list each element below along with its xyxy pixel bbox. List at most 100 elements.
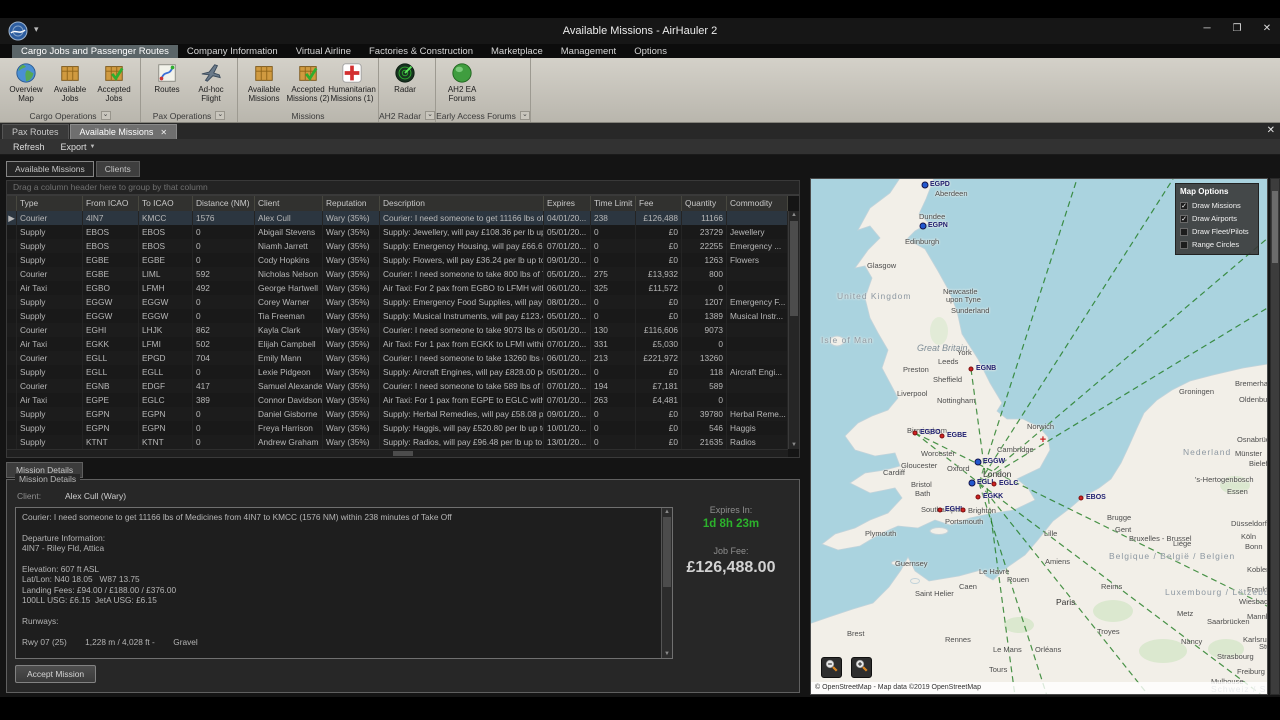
pane-vertical-scrollbar[interactable] xyxy=(1270,178,1280,695)
zoom-in-button[interactable] xyxy=(851,657,872,678)
cell-from-icao: EGHI xyxy=(83,323,139,337)
scrollbar-thumb[interactable] xyxy=(790,221,798,316)
table-row[interactable]: SupplyEBOSEBOS0Abigail StevensWary (35%)… xyxy=(7,225,788,239)
scroll-up-icon[interactable]: ▲ xyxy=(789,212,799,218)
chevron-down-icon[interactable]: ⌄ xyxy=(101,111,111,120)
table-row[interactable]: SupplyEGBEEGBE0Cody HopkinsWary (35%)Sup… xyxy=(7,253,788,267)
table-row[interactable]: CourierEGLLEPGD704Emily MannWary (35%)Co… xyxy=(7,351,788,365)
table-row[interactable]: SupplyEGGWEGGW0Corey WarnerWary (35%)Sup… xyxy=(7,295,788,309)
chevron-down-icon[interactable]: ⌄ xyxy=(520,111,530,120)
menu-tab-cargo-jobs-and-passenger-routes[interactable]: Cargo Jobs and Passenger Routes xyxy=(12,45,178,58)
ribbon-button-routes[interactable]: Routes xyxy=(145,61,189,96)
table-row[interactable]: SupplyEGLLEGLL0Lexie PidgeonWary (35%)Su… xyxy=(7,365,788,379)
map-option-range-circles[interactable]: Range Circles xyxy=(1180,238,1254,251)
column-header-description[interactable]: Description xyxy=(380,196,544,211)
airport-marker-egbe[interactable] xyxy=(940,434,945,439)
column-header-reputation[interactable]: Reputation xyxy=(323,196,380,211)
table-row[interactable]: SupplyEGPNEGPN0Freya HarrisonWary (35%)S… xyxy=(7,421,788,435)
airport-marker-egpd[interactable] xyxy=(922,182,929,189)
refresh-button[interactable]: Refresh xyxy=(5,142,53,152)
column-header-distance-nm[interactable]: Distance (NM) xyxy=(193,196,255,211)
table-vertical-scrollbar[interactable]: ▲ ▼ xyxy=(788,211,799,449)
scroll-down-icon[interactable]: ▼ xyxy=(662,651,672,657)
checkbox-draw-missions[interactable]: ✓ xyxy=(1180,202,1188,210)
column-header-type[interactable]: Type xyxy=(17,196,83,211)
column-header-client[interactable]: Client xyxy=(255,196,323,211)
table-row[interactable]: CourierEGBELIML592Nicholas NelsonWary (3… xyxy=(7,267,788,281)
ribbon-button-humanitarian-missions-1[interactable]: Humanitarian Missions (1) xyxy=(330,61,374,104)
column-header-from-icao[interactable]: From ICAO xyxy=(83,196,139,211)
scrollbar-thumb[interactable] xyxy=(393,451,413,456)
menu-tab-marketplace[interactable]: Marketplace xyxy=(482,45,552,58)
airport-marker-egll[interactable] xyxy=(969,480,976,487)
table-row[interactable]: SupplyEGPNEGPN0Daniel GisborneWary (35%)… xyxy=(7,407,788,421)
ribbon-button-ah2-ea-forums[interactable]: AH2 EA Forums xyxy=(440,61,484,104)
airport-marker-eglc[interactable] xyxy=(992,482,997,487)
ribbon-button-available-missions[interactable]: Available Missions xyxy=(242,61,286,104)
menu-tab-options[interactable]: Options xyxy=(625,45,676,58)
column-header-commodity[interactable]: Commodity xyxy=(727,196,788,211)
mission-map[interactable]: AberdeenDundeeEdinburghGlasgowNewcastleu… xyxy=(810,178,1268,695)
table-row[interactable]: SupplyKTNTKTNT0Andrew GrahamWary (35%)Su… xyxy=(7,435,788,449)
table-row[interactable]: SupplyEBOSEBOS0Niamh JarrettWary (35%)Su… xyxy=(7,239,788,253)
airport-marker-eghi[interactable] xyxy=(938,508,943,513)
doc-tab-available-missions[interactable]: Available Missions✕ xyxy=(70,124,178,139)
chevron-down-icon[interactable]: ⌄ xyxy=(425,111,435,120)
column-header-quantity[interactable]: Quantity xyxy=(682,196,727,211)
mission-marker[interactable] xyxy=(961,508,966,513)
table-row[interactable]: Air TaxiEGBOLFMH492George HartwellWary (… xyxy=(7,281,788,295)
table-row[interactable]: Air TaxiEGPEEGLC389Connor DavidsonWary (… xyxy=(7,393,788,407)
chevron-down-icon[interactable]: ⌄ xyxy=(215,111,225,120)
menu-tab-virtual-airline[interactable]: Virtual Airline xyxy=(287,45,360,58)
ribbon-button-accepted-jobs[interactable]: Accepted Jobs xyxy=(92,61,136,104)
checkbox-draw-airports[interactable]: ✓ xyxy=(1180,215,1188,223)
zoom-out-button[interactable] xyxy=(821,657,842,678)
column-header-time-limit[interactable]: Time Limit xyxy=(591,196,636,211)
menu-tab-company-information[interactable]: Company Information xyxy=(178,45,287,58)
accept-mission-button[interactable]: Accept Mission xyxy=(15,665,96,683)
column-header-expires[interactable]: Expires xyxy=(544,196,591,211)
airport-marker-egkk[interactable] xyxy=(976,495,981,500)
description-scrollbar[interactable]: ▲ ▼ xyxy=(661,508,672,658)
checkbox-range-circles[interactable] xyxy=(1180,241,1188,249)
airport-marker-ebos[interactable] xyxy=(1079,496,1084,501)
table-row[interactable]: CourierEGHILHJK862Kayla ClarkWary (35%)C… xyxy=(7,323,788,337)
minimize-icon[interactable]: ─ xyxy=(1200,23,1214,34)
checkbox-draw-fleet-pilots[interactable] xyxy=(1180,228,1188,236)
ribbon-button-overview-map[interactable]: Overview Map xyxy=(4,61,48,104)
row-indicator xyxy=(7,281,17,295)
scroll-down-icon[interactable]: ▼ xyxy=(789,442,799,448)
table-row[interactable]: SupplyEGGWEGGW0Tia FreemanWary (35%)Supp… xyxy=(7,309,788,323)
scrollbar-thumb[interactable] xyxy=(1272,191,1278,263)
ribbon-button-ad-hoc-flight[interactable]: Ad-hoc Flight xyxy=(189,61,233,104)
maximize-icon[interactable]: ❐ xyxy=(1230,23,1244,34)
sub-tab-clients[interactable]: Clients xyxy=(96,161,140,177)
menu-tab-factories-construction[interactable]: Factories & Construction xyxy=(360,45,482,58)
table-row[interactable]: ▶Courier4IN7KMCC1576Alex CullWary (35%)C… xyxy=(7,211,788,225)
map-option-draw-missions[interactable]: ✓Draw Missions xyxy=(1180,199,1254,212)
close-icon[interactable]: ✕ xyxy=(1260,23,1274,34)
table-row[interactable]: Air TaxiEGKKLFMI502Elijah CampbellWary (… xyxy=(7,337,788,351)
pane-close-icon[interactable]: ✕ xyxy=(1267,125,1275,136)
column-header-fee[interactable]: Fee xyxy=(636,196,682,211)
airport-marker-eggw[interactable] xyxy=(975,459,982,466)
cell-description: Air Taxi: For 2 pax from EGBO to LFMH wi… xyxy=(380,281,544,295)
map-option-draw-fleet-pilots[interactable]: Draw Fleet/Pilots xyxy=(1180,225,1254,238)
mission-description-box[interactable]: Courier: I need someone to get 11166 lbs… xyxy=(15,507,673,659)
table-row[interactable]: CourierEGNBEDGF417Samuel AlexanderWary (… xyxy=(7,379,788,393)
table-horizontal-scrollbar[interactable] xyxy=(7,449,788,457)
menu-tab-management[interactable]: Management xyxy=(552,45,625,58)
ribbon-button-available-jobs[interactable]: Available Jobs xyxy=(48,61,92,104)
sub-tab-available-missions[interactable]: Available Missions xyxy=(6,161,94,177)
ribbon-button-radar[interactable]: Radar xyxy=(383,61,427,96)
map-label-lille: Lille xyxy=(1044,529,1057,538)
airport-marker-egbo[interactable] xyxy=(913,431,918,436)
map-option-draw-airports[interactable]: ✓Draw Airports xyxy=(1180,212,1254,225)
export-button[interactable]: Export▼ xyxy=(53,142,104,152)
column-header-to-icao[interactable]: To ICAO xyxy=(139,196,193,211)
doc-tab-pax-routes[interactable]: Pax Routes xyxy=(2,124,69,139)
ribbon-button-accepted-missions-2[interactable]: Accepted Missions (2) xyxy=(286,61,330,104)
airport-marker-egpn[interactable] xyxy=(920,223,927,230)
airport-marker-egnb[interactable] xyxy=(969,367,974,372)
close-tab-icon[interactable]: ✕ xyxy=(160,128,167,137)
